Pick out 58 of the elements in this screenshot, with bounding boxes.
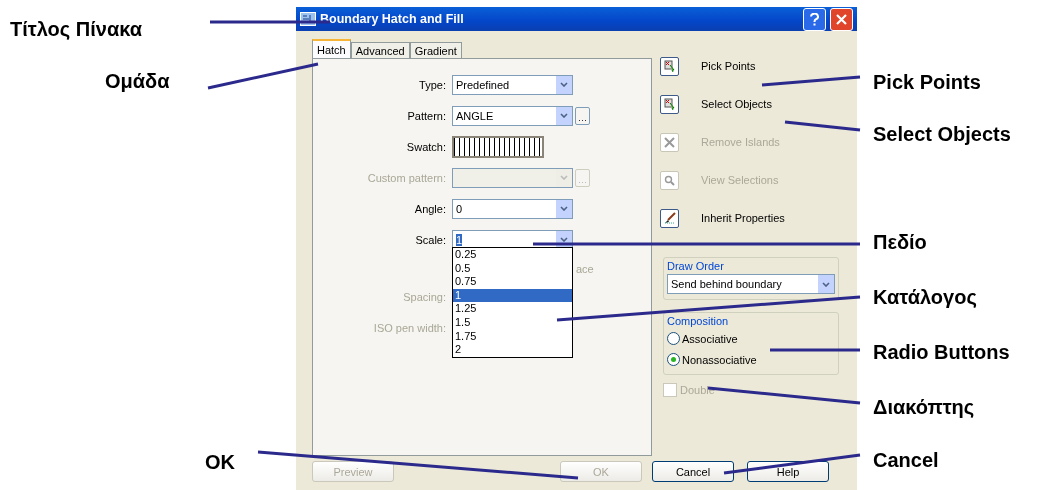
caret-icon [560, 113, 568, 118]
action-label[interactable]: Select Objects [701, 98, 772, 110]
brush-icon [663, 212, 676, 224]
icon-button[interactable] [660, 56, 679, 76]
callout-label: Πεδίο [873, 231, 927, 254]
window-title: Boundary Hatch and Fill [320, 12, 465, 26]
radio-label: Nonassociative [682, 353, 757, 366]
checkbox-label: Double [680, 384, 715, 396]
action-label[interactable]: Inherit Properties [701, 212, 785, 224]
field-label: Pattern: [406, 109, 447, 122]
callout-label: Ομάδα [105, 70, 170, 93]
callout-label: Radio Buttons [873, 341, 1010, 364]
dropdown[interactable]: Send behind boundary [667, 274, 835, 294]
dropdown[interactable]: 0 [452, 198, 573, 219]
field-label: Angle: [413, 202, 447, 215]
field-label: Swatch: [405, 140, 447, 153]
browse-button[interactable] [575, 106, 590, 125]
group-title: Draw Order [667, 260, 725, 272]
field-label: Scale: [414, 233, 447, 246]
swatch-preview[interactable] [452, 135, 544, 158]
caret-icon [560, 82, 568, 87]
action-label[interactable]: Pick Points [701, 60, 756, 72]
dropdown[interactable]: ANGLE [452, 105, 573, 126]
field-label: Type: [418, 78, 447, 91]
radio-label: Associative [682, 332, 738, 345]
icon-button[interactable] [660, 94, 679, 114]
caret-icon [560, 237, 568, 242]
callout-label: Τίτλος Πίνακα [10, 18, 142, 41]
caret-icon [822, 281, 830, 287]
close-icon [664, 136, 675, 148]
tab[interactable]: Gradient [409, 42, 462, 58]
caret-icon [560, 175, 568, 180]
callout-label: Pick Points [873, 71, 981, 94]
search-icon [664, 174, 675, 186]
radio-button[interactable] [667, 332, 680, 345]
callout-label: Κατάλογος [873, 286, 977, 309]
help-button[interactable] [803, 7, 826, 31]
close-icon [836, 13, 847, 25]
tab[interactable]: Hatch [312, 39, 351, 58]
callout-label: OK [205, 451, 235, 474]
cursor-icon [664, 98, 675, 110]
close-button[interactable] [830, 7, 853, 31]
callout-label: Διακόπτης [873, 396, 975, 419]
radio-button[interactable] [667, 353, 680, 366]
icon-button[interactable] [660, 208, 679, 228]
dropdown[interactable]: Predefined [452, 74, 573, 95]
field-label: Custom pattern: [366, 171, 447, 184]
callout-label: Select Objects [873, 123, 1011, 146]
group-title: Composition [667, 315, 730, 327]
cursor-icon [664, 60, 675, 72]
help-icon [810, 12, 819, 26]
field-label: Spacing: [402, 291, 447, 303]
tab[interactable]: Advanced [350, 42, 410, 58]
caret-icon [560, 206, 568, 211]
covered-label: ace [576, 263, 594, 275]
field-label: ISO pen width: [372, 322, 447, 334]
callout-label: Cancel [873, 449, 939, 472]
dialog-button[interactable]: Cancel [652, 461, 734, 482]
